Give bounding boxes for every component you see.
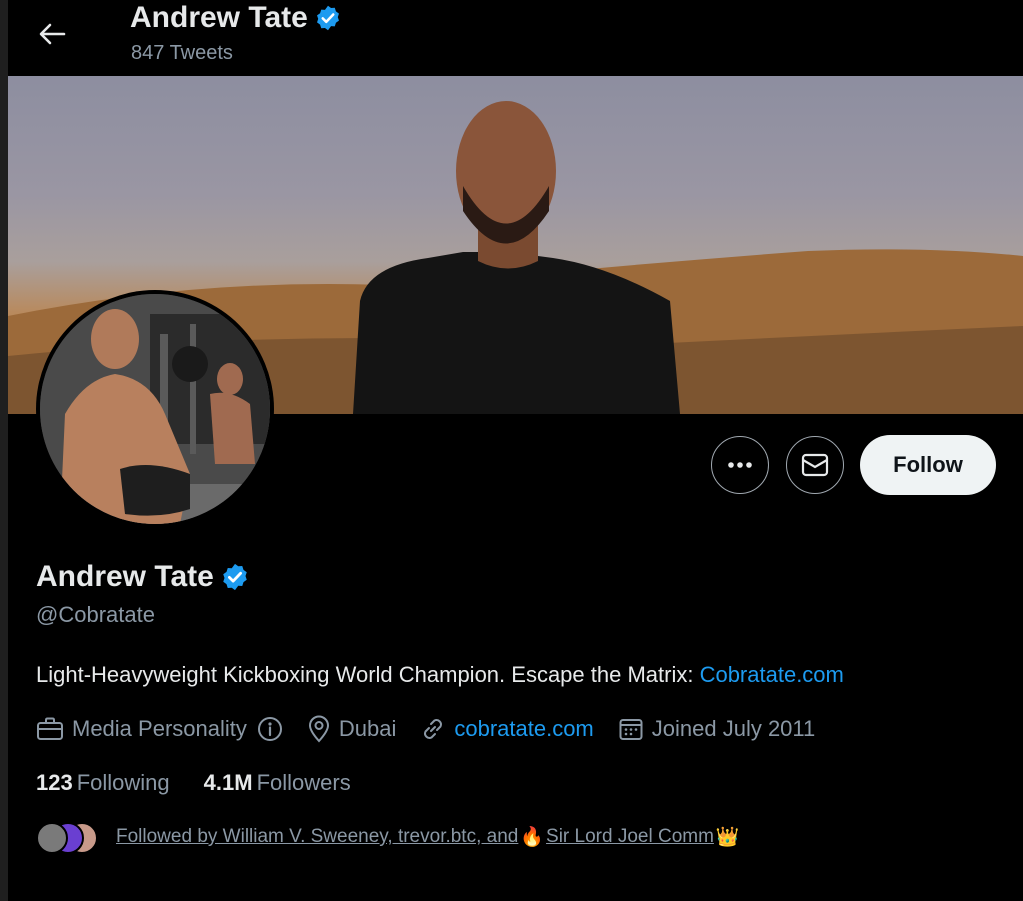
verified-badge-icon <box>223 563 247 591</box>
envelope-icon <box>801 453 829 477</box>
following-label: Following <box>76 770 170 795</box>
profile-page: Andrew Tate 847 Tweets Follow Andrew Tat… <box>8 0 1023 901</box>
profile-meta: Media Personality Dubai cobratate.com Jo… <box>36 715 839 743</box>
header-tweet-count: 847 Tweets <box>131 42 233 64</box>
profile-location: Dubai <box>307 715 396 743</box>
followers-stat[interactable]: 4.1M Followers <box>204 770 351 796</box>
follow-button[interactable]: Follow <box>860 435 996 495</box>
location-pin-icon <box>308 715 329 743</box>
link-icon <box>424 719 443 739</box>
header-title: Andrew Tate <box>130 1 308 34</box>
location-label: Dubai <box>338 716 397 741</box>
fire-icon: 🔥 <box>520 827 545 848</box>
info-icon[interactable] <box>257 716 283 742</box>
avatar <box>36 822 68 854</box>
avatar-image <box>40 294 270 524</box>
crown-icon: 👑 <box>715 827 740 848</box>
profile-bio: Light-Heavyweight Kickboxing World Champ… <box>36 662 844 688</box>
profile-handle: @Cobratate <box>36 602 155 627</box>
arrow-left-icon <box>39 23 66 45</box>
website-link[interactable]: cobratate.com <box>454 716 593 742</box>
more-options-button[interactable] <box>711 436 769 494</box>
category-label: Media Personality <box>72 716 247 741</box>
bio-text: Light-Heavyweight Kickboxing World Champ… <box>36 662 700 687</box>
bio-link[interactable]: Cobratate.com <box>700 662 844 687</box>
more-dots-icon <box>728 462 752 468</box>
followed-by[interactable]: Followed by William V. Sweeney, trevor.b… <box>36 820 742 854</box>
header-title-row: Andrew Tate <box>130 1 342 35</box>
following-count: 123 <box>36 770 73 795</box>
calendar-icon <box>619 719 643 740</box>
briefcase-icon <box>37 717 63 740</box>
profile-name: Andrew Tate <box>36 560 214 593</box>
followers-label: Followers <box>256 770 351 795</box>
verified-badge-icon <box>316 5 339 31</box>
back-button[interactable] <box>32 14 72 54</box>
message-button[interactable] <box>786 436 844 494</box>
joined-label: Joined July 2011 <box>651 716 816 741</box>
followers-count: 4.1M <box>203 770 253 795</box>
profile-category: Media Personality <box>36 716 283 742</box>
following-stat[interactable]: 123 Following <box>36 770 170 796</box>
profile-website[interactable]: cobratate.com <box>420 716 594 742</box>
follower-avatars <box>36 820 100 854</box>
top-bar: Andrew Tate 847 Tweets <box>8 0 1023 76</box>
followed-by-prefix[interactable]: Followed by William V. Sweeney, trevor.b… <box>116 826 518 848</box>
profile-avatar[interactable] <box>36 290 274 528</box>
profile-name-row: Andrew Tate <box>36 560 250 594</box>
followed-by-last[interactable]: Sir Lord Joel Comm <box>546 826 714 848</box>
profile-stats: 123 Following 4.1M Followers <box>36 770 351 796</box>
profile-joined: Joined July 2011 <box>618 716 816 742</box>
